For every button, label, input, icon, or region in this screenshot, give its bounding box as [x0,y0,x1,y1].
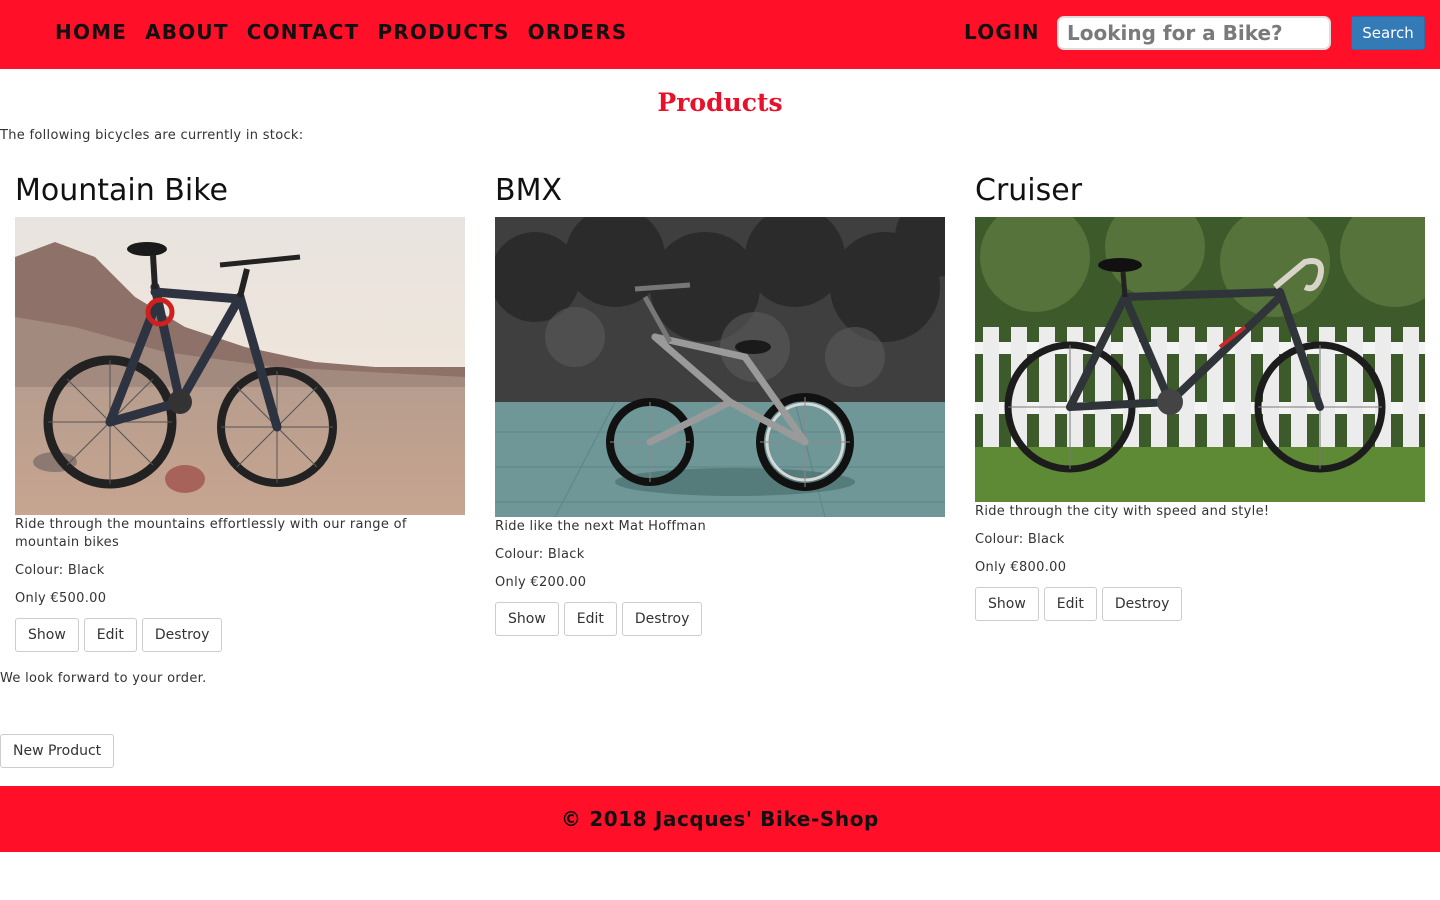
cruiser-photo[interactable] [975,217,1425,502]
footer: © 2018 Jacques' Bike-Shop [0,786,1440,852]
product-card: Cruiser Ride through the city with speed… [975,173,1425,621]
product-actions: Show Edit Destroy [975,587,1425,621]
product-name: Cruiser [975,173,1083,208]
product-price: Only €800.00 [975,560,1067,575]
intro-text: The following bicycles are currently in … [0,128,304,143]
product-price: Only €200.00 [495,575,587,590]
product-description: Ride like the next Mat Hoffman [495,519,707,534]
nav-link-home[interactable]: HOME [55,19,127,45]
product-actions: Show Edit Destroy [495,602,945,636]
destroy-button[interactable]: Destroy [621,602,703,636]
page-title: Products [657,88,783,117]
product-colour: Colour: Black [495,547,585,562]
nav-link-products[interactable]: PRODUCTS [377,19,509,45]
mountain-bike-photo[interactable] [15,217,465,515]
outro-text: We look forward to your order. [0,671,207,686]
product-name: BMX [495,173,563,208]
show-button[interactable]: Show [975,587,1039,621]
nav-link-orders[interactable]: ORDERS [528,19,628,45]
new-product-button[interactable]: New Product [0,734,115,768]
edit-button[interactable]: Edit [83,618,137,652]
nav-link-contact[interactable]: CONTACT [247,19,360,45]
product-description: Ride through the mountains effortlessly … [15,517,407,550]
search-button[interactable]: Search [1351,16,1425,50]
edit-button[interactable]: Edit [563,602,617,636]
product-card: BMX Ride like the next Mat Hoffman Colou… [495,173,945,636]
product-card: Mountain Bike Ride through the mountains… [15,173,465,652]
product-price: Only €500.00 [15,591,107,606]
nav-link-login[interactable]: LOGIN [964,19,1040,45]
nav-link-about[interactable]: ABOUT [145,19,229,45]
product-colour: Colour: Black [15,563,105,578]
bmx-photo[interactable] [495,217,945,517]
edit-button[interactable]: Edit [1043,587,1097,621]
destroy-button[interactable]: Destroy [1101,587,1183,621]
search-input[interactable] [1057,16,1331,50]
show-button[interactable]: Show [15,618,79,652]
product-colour: Colour: Black [975,532,1065,547]
product-description: Ride through the city with speed and sty… [975,504,1270,519]
destroy-button[interactable]: Destroy [141,618,223,652]
product-name: Mountain Bike [15,173,228,208]
show-button[interactable]: Show [495,602,559,636]
nav-links: HOME ABOUT CONTACT PRODUCTS ORDERS [55,19,645,45]
product-actions: Show Edit Destroy [15,618,465,652]
footer-copyright: © 2018 Jacques' Bike-Shop [561,807,879,831]
top-navbar: HOME ABOUT CONTACT PRODUCTS ORDERS LOGIN… [0,0,1440,69]
